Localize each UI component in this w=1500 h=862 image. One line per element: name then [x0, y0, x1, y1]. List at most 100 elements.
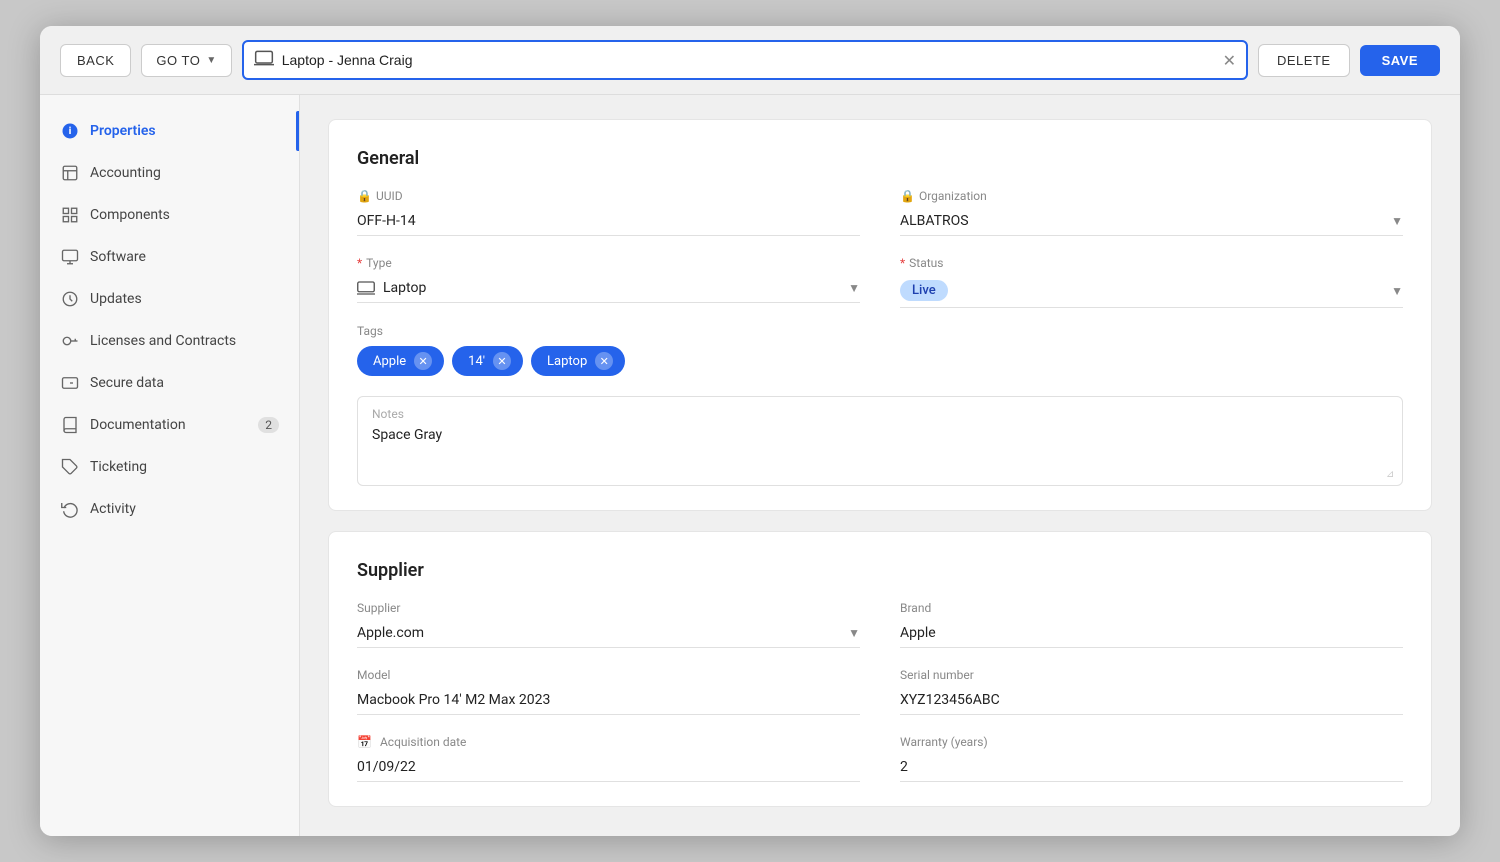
laptop-icon — [254, 48, 274, 72]
chevron-down-icon: ▼ — [848, 281, 860, 295]
tag-remove-button[interactable]: ✕ — [493, 352, 511, 370]
supplier-label: Supplier — [357, 601, 860, 615]
tags-row: Apple ✕ 14' ✕ Laptop ✕ — [357, 346, 1403, 376]
supplier-title: Supplier — [357, 560, 1403, 581]
brand-label: Brand — [900, 601, 1403, 615]
resize-handle[interactable]: ⊿ — [1386, 469, 1398, 481]
sidebar: i Properties Accounting Components — [40, 95, 300, 836]
monitor-icon — [60, 247, 80, 267]
organization-field: 🔒 Organization ALBATROS ▼ — [900, 189, 1403, 236]
book-icon — [60, 415, 80, 435]
main-window: BACK GO TO ▼ ✕ DELETE SAVE i — [40, 26, 1460, 836]
model-value: Macbook Pro 14' M2 Max 2023 — [357, 686, 860, 715]
status-label: * Status — [900, 256, 1403, 270]
notes-label: Notes — [372, 407, 1388, 421]
id-icon — [60, 373, 80, 393]
status-value: Live — [900, 280, 1391, 301]
clear-icon[interactable]: ✕ — [1223, 51, 1236, 70]
main-content: General 🔒 UUID OFF-H-14 🔒 Organization — [300, 95, 1460, 836]
body: i Properties Accounting Components — [40, 95, 1460, 836]
required-star2: * — [900, 256, 905, 270]
documentation-badge: 2 — [258, 417, 279, 433]
tag-remove-button[interactable]: ✕ — [595, 352, 613, 370]
tag-label: Apple — [373, 354, 406, 369]
general-top-fields: 🔒 UUID OFF-H-14 🔒 Organization ALBATROS … — [357, 189, 1403, 308]
chevron-down-icon: ▼ — [1391, 284, 1403, 298]
svg-text:i: i — [69, 124, 72, 137]
save-button[interactable]: SAVE — [1360, 45, 1440, 76]
supplier-value: Apple.com — [357, 625, 848, 641]
lock-icon2: 🔒 — [900, 189, 915, 203]
sidebar-item-properties[interactable]: i Properties — [40, 111, 299, 151]
uuid-label: 🔒 UUID — [357, 189, 860, 203]
sidebar-item-components[interactable]: Components — [40, 195, 299, 235]
supplier-section: Supplier Supplier Apple.com ▼ Brand Appl… — [328, 531, 1432, 807]
type-dropdown[interactable]: Laptop ▼ — [357, 274, 860, 303]
lock-icon: 🔒 — [357, 189, 372, 203]
sidebar-item-label: Accounting — [90, 165, 161, 181]
uuid-field: 🔒 UUID OFF-H-14 — [357, 189, 860, 236]
uuid-value: OFF-H-14 — [357, 207, 860, 236]
chevron-down-icon: ▼ — [848, 626, 860, 640]
sidebar-item-documentation[interactable]: Documentation 2 — [40, 405, 299, 445]
sidebar-item-label: Updates — [90, 291, 142, 307]
serial-field: Serial number XYZ123456ABC — [900, 668, 1403, 715]
goto-button[interactable]: GO TO ▼ — [141, 44, 231, 77]
sidebar-item-label: Software — [90, 249, 146, 265]
status-dropdown[interactable]: Live ▼ — [900, 274, 1403, 308]
tag-label: Laptop — [547, 354, 587, 369]
sidebar-item-licenses[interactable]: Licenses and Contracts — [40, 321, 299, 361]
sidebar-item-label: Properties — [90, 123, 156, 139]
sidebar-item-updates[interactable]: Updates — [40, 279, 299, 319]
history-icon — [60, 499, 80, 519]
calculator-icon — [60, 163, 80, 183]
sidebar-item-secure-data[interactable]: Secure data — [40, 363, 299, 403]
tag-laptop: Laptop ✕ — [531, 346, 625, 376]
supplier-fields: Supplier Apple.com ▼ Brand Apple Model M… — [357, 601, 1403, 782]
serial-label: Serial number — [900, 668, 1403, 682]
item-name-input[interactable] — [282, 52, 1215, 68]
sidebar-item-ticketing[interactable]: Ticketing — [40, 447, 299, 487]
general-title: General — [357, 148, 1403, 169]
key-icon — [60, 331, 80, 351]
sidebar-item-activity[interactable]: Activity — [40, 489, 299, 529]
notes-section: Notes Space Gray ⊿ — [357, 396, 1403, 486]
tag-14: 14' ✕ — [452, 346, 523, 376]
brand-field: Brand Apple — [900, 601, 1403, 648]
tags-section: Tags Apple ✕ 14' ✕ Laptop ✕ — [357, 324, 1403, 376]
status-badge: Live — [900, 280, 948, 301]
type-value: Laptop — [357, 280, 848, 296]
status-field: * Status Live ▼ — [900, 256, 1403, 308]
model-label: Model — [357, 668, 860, 682]
acquisition-label: 📅 Acquisition date — [357, 735, 860, 749]
sidebar-item-label: Licenses and Contracts — [90, 333, 236, 349]
warranty-field: Warranty (years) 2 — [900, 735, 1403, 782]
tag-icon — [60, 457, 80, 477]
organization-dropdown[interactable]: ALBATROS ▼ — [900, 207, 1403, 236]
tags-label: Tags — [357, 324, 1403, 338]
notes-box[interactable]: Notes Space Gray ⊿ — [357, 396, 1403, 486]
notes-value: Space Gray — [372, 427, 1388, 443]
sidebar-item-label: Activity — [90, 501, 136, 517]
clock-icon — [60, 289, 80, 309]
chevron-down-icon: ▼ — [1391, 214, 1403, 228]
general-section: General 🔒 UUID OFF-H-14 🔒 Organization — [328, 119, 1432, 511]
delete-button[interactable]: DELETE — [1258, 44, 1350, 77]
required-star: * — [357, 256, 362, 270]
organization-value: ALBATROS — [900, 213, 1391, 229]
info-icon: i — [60, 121, 80, 141]
tag-remove-button[interactable]: ✕ — [414, 352, 432, 370]
back-button[interactable]: BACK — [60, 44, 131, 77]
sidebar-item-accounting[interactable]: Accounting — [40, 153, 299, 193]
chevron-down-icon: ▼ — [206, 55, 216, 66]
calendar-icon: 📅 — [357, 735, 372, 749]
serial-value: XYZ123456ABC — [900, 686, 1403, 715]
brand-value: Apple — [900, 619, 1403, 648]
sidebar-item-software[interactable]: Software — [40, 237, 299, 277]
item-name-bar: ✕ — [242, 40, 1248, 80]
supplier-dropdown[interactable]: Apple.com ▼ — [357, 619, 860, 648]
supplier-field: Supplier Apple.com ▼ — [357, 601, 860, 648]
sidebar-item-label: Documentation — [90, 417, 186, 433]
sidebar-item-label: Ticketing — [90, 459, 147, 475]
tag-label: 14' — [468, 354, 485, 369]
